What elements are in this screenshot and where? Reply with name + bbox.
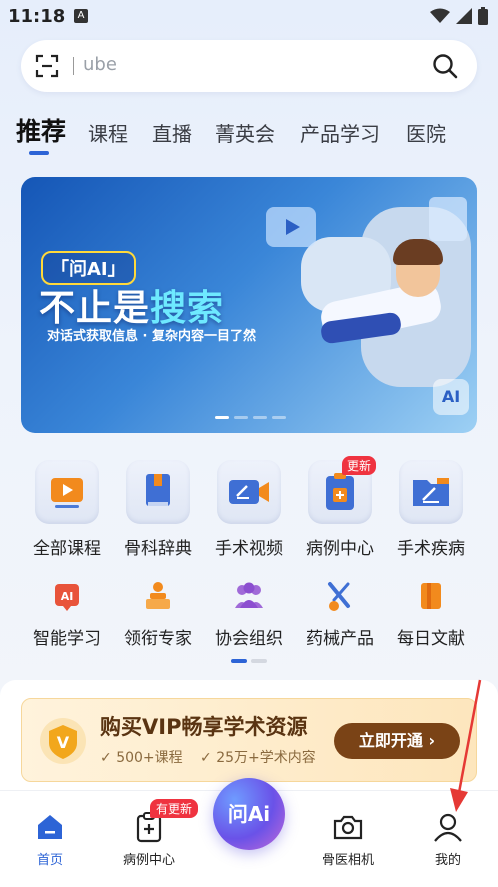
video-camera-icon (217, 460, 281, 524)
banner-pagination (215, 416, 286, 419)
search-icon[interactable] (431, 52, 459, 80)
doctor-hair-illustration (393, 239, 443, 265)
grid-page-dot (251, 659, 267, 663)
ask-ai-button[interactable]: 问Ai (213, 778, 285, 850)
grid-pagination (231, 659, 267, 663)
quick-action-dictionary[interactable]: 骨科辞典 (112, 460, 204, 559)
search-input[interactable]: ube (83, 54, 117, 75)
nav-home[interactable]: 首页 (10, 811, 90, 868)
expert-podium-icon (140, 578, 176, 614)
quick-action-label: 每日文献 (397, 629, 465, 649)
quick-action-label: 全部课程 (33, 539, 101, 559)
quick-action-drug-devices[interactable]: 药械产品 (294, 578, 386, 649)
vip-button-label: 立即开通 (358, 731, 423, 750)
ai-chip-icon: AI (49, 578, 85, 614)
user-icon (432, 811, 464, 843)
group-icon (231, 578, 267, 614)
scan-icon[interactable] (35, 54, 59, 78)
book-icon (126, 460, 190, 524)
nav-label: 病例中心 (122, 853, 175, 868)
banner-title-highlight: 搜索 (150, 288, 225, 329)
quick-action-label: 药械产品 (306, 629, 374, 649)
banner-dot (272, 416, 286, 419)
play-card-illustration (266, 207, 316, 247)
status-bar: 11:18 A (0, 0, 498, 34)
quick-action-surgery-video[interactable]: 手术视频 (203, 460, 295, 559)
banner-subtitle: 对话式获取信息 · 复杂内容一目了然 (47, 329, 256, 344)
home-icon (34, 811, 66, 843)
chart-card-illustration (429, 197, 467, 241)
document-book-icon (413, 578, 449, 614)
vip-feature: ✓ 25万+学术内容 (200, 750, 316, 766)
quick-action-all-courses[interactable]: 全部课程 (21, 460, 113, 559)
signal-icon (456, 8, 472, 24)
nav-label: 首页 (36, 853, 63, 868)
vip-shield-letter: V (57, 733, 70, 752)
vip-promo-card[interactable]: V 购买VIP畅享学术资源 ✓ 500+课程 ✓ 25万+学术内容 立即开通 › (21, 698, 477, 782)
tab-elite-club[interactable]: 菁英会 (215, 118, 275, 147)
quick-action-lead-experts[interactable]: 领衔专家 (112, 578, 204, 649)
banner-title: 不止是搜索 (39, 279, 224, 331)
tab-courses[interactable]: 课程 (88, 118, 128, 147)
nav-mine[interactable]: 我的 (408, 811, 488, 868)
status-icons (430, 7, 488, 25)
camera-icon (332, 811, 364, 843)
tab-active-indicator (29, 151, 49, 155)
vip-feature: ✓ 500+课程 (100, 750, 183, 766)
tab-recommend[interactable]: 推荐 (16, 112, 66, 148)
pill-syringe-icon (322, 578, 358, 614)
banner-dot (253, 416, 267, 419)
vip-feature-2: 25万+学术内容 (216, 750, 316, 766)
vip-shield-icon: V (40, 718, 86, 764)
vip-activate-button[interactable]: 立即开通 › (334, 723, 460, 759)
quick-action-smart-learning[interactable]: AI 智能学习 (21, 578, 113, 649)
notification-icon: A (74, 9, 88, 23)
quick-action-label: 协会组织 (215, 629, 283, 649)
quick-action-case-center[interactable]: 更新 病例中心 (294, 456, 386, 559)
quick-action-label: 骨科辞典 (124, 539, 192, 559)
quick-action-label: 手术疾病 (397, 539, 465, 559)
ai-chip-text: AI (61, 590, 74, 603)
nav-label: 骨医相机 (321, 853, 374, 868)
nav-label: 我的 (434, 853, 461, 868)
ai-tag: AI (433, 379, 469, 415)
nav-camera[interactable]: 骨医相机 (308, 811, 388, 868)
search-separator (73, 57, 74, 75)
banner-dot (215, 416, 229, 419)
quick-action-surgical-disease[interactable]: 手术疾病 (385, 460, 477, 559)
tab-product-learning[interactable]: 产品学习 (300, 118, 380, 147)
status-time: 11:18 (8, 6, 66, 27)
quick-action-label: 病例中心 (306, 539, 374, 559)
wifi-icon (430, 8, 450, 23)
quick-action-label: 领衔专家 (124, 629, 192, 649)
clipboard-plus-icon: 更新 (308, 456, 376, 524)
tab-live[interactable]: 直播 (152, 118, 192, 147)
update-badge: 更新 (341, 456, 376, 475)
quick-action-label: 手术视频 (215, 539, 283, 559)
banner-dot (234, 416, 248, 419)
vip-title: 购买VIP畅享学术资源 (100, 715, 308, 739)
quick-action-daily-literature[interactable]: 每日文献 (385, 578, 477, 649)
vip-feature-1: 500+课程 (116, 750, 183, 766)
banner-title-main: 不止是 (39, 288, 151, 329)
quick-action-label: 智能学习 (33, 629, 101, 649)
battery-icon (478, 7, 488, 25)
folder-edit-icon (399, 460, 463, 524)
tab-hospital[interactable]: 医院 (406, 118, 446, 147)
grid-page-dot (231, 659, 247, 663)
promo-banner[interactable]: 「问AI」 不止是搜索 对话式获取信息 · 复杂内容一目了然 AI (21, 177, 477, 433)
cases-update-badge: 有更新 (150, 799, 199, 818)
quick-action-associations[interactable]: 协会组织 (203, 578, 295, 649)
tv-play-icon (35, 460, 99, 524)
nav-cases[interactable]: 病例中心 (109, 811, 189, 868)
search-bar[interactable]: ube (21, 40, 477, 92)
